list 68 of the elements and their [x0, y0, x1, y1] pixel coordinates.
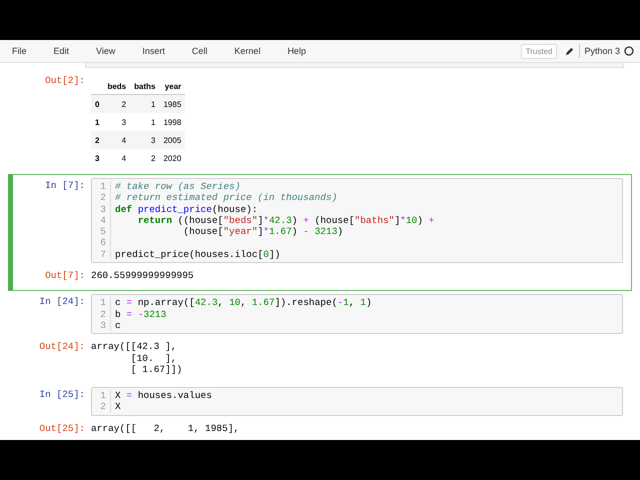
line-number: 2: [92, 308, 111, 320]
table-cell: 4: [103, 131, 130, 149]
output-text: array([[ 2, 1, 1985],: [91, 422, 240, 434]
input-prompt: In [7]:: [44, 179, 86, 191]
code-editor[interactable]: 1 X = houses.values 2 X: [91, 387, 623, 416]
line-number: 1: [92, 297, 111, 309]
input-prompt: In [24]:: [38, 295, 86, 308]
code-line: c: [115, 320, 121, 332]
code-cell[interactable]: In [25]: 1 X = houses.values 2 X Out[25]: array([[ 2, 1, 1985],: [8, 384, 632, 440]
row-index: 3: [91, 149, 104, 167]
code-line: c = np.array([42.3, 10, 1.67]).reshape(-1, 1): [115, 297, 372, 309]
code-line: return ((house["beds"]*42.3) + (house["baths"]*10) +: [136, 214, 434, 226]
code-cell[interactable]: [8, 174, 632, 292]
table-cell: 2: [130, 149, 160, 167]
table-cell: 1998: [159, 113, 186, 131]
row-index: 1: [91, 113, 104, 131]
line-number: 2: [92, 401, 111, 413]
menu-item[interactable]: Insert: [142, 46, 165, 56]
input-prompt: In [25]:: [38, 388, 86, 400]
line-number: 6: [92, 237, 111, 249]
output-text: [10. ],: [130, 352, 178, 364]
code-editor[interactable]: 1 c = np.array([42.3, 10, 1.67]).reshape(-1, 1) 2 b = -3213 3 c: [91, 294, 623, 334]
menu-item[interactable]: File: [12, 46, 27, 56]
table-cell: 3: [103, 113, 130, 131]
code-line: X: [115, 401, 121, 413]
menu-item[interactable]: Help: [287, 46, 306, 56]
output-prompt: Out[7]:: [44, 269, 86, 282]
menu-item[interactable]: Cell: [192, 46, 208, 56]
table-cell: 2: [103, 94, 130, 113]
code-line: def predict_price(house):: [115, 204, 258, 215]
menu-item[interactable]: View: [96, 46, 116, 56]
table-cell: 4: [103, 149, 130, 167]
table-cell: 2020: [159, 149, 186, 167]
code-line: predict_price(houses.iloc[0]): [115, 248, 280, 260]
code-line: # take row (as Series): [115, 181, 240, 192]
output-prompt: Out[24]:: [38, 340, 86, 352]
code-editor[interactable]: [91, 178, 623, 264]
table-cell: 3: [130, 131, 160, 149]
code-line: # return estimated price (in thousands): [115, 192, 338, 204]
code-line: X = houses.values: [115, 390, 212, 402]
trusted-button[interactable]: Trusted: [520, 44, 558, 58]
line-number: 1: [92, 181, 111, 192]
code-cell[interactable]: In [24]: 1 c = np.array([42.3, 10, 1.67]).reshape(-1, 1) 2 b = -3213 3 c Out[24]: array([[42.3 ], [10. ], [ 1.67]]): [8, 291, 632, 384]
pencil-icon[interactable]: [565, 46, 574, 56]
row-index: 0: [91, 94, 104, 113]
line-number: 3: [92, 320, 111, 332]
output-text: 260.55999999999995: [91, 270, 194, 282]
table-cell: 1985: [159, 94, 186, 113]
table-cell: 1: [130, 113, 160, 131]
table-cell: 2005: [159, 131, 186, 149]
row-index: 2: [91, 131, 104, 149]
output-prompt: Out[25]:: [38, 422, 86, 434]
output-prompt: Out[2]:: [44, 74, 86, 86]
line-number: 5: [92, 226, 111, 238]
line-number: 1: [92, 390, 111, 402]
output-text: array([[42.3 ],: [91, 341, 178, 353]
kernel-name[interactable]: Python 3: [584, 46, 620, 56]
table-cell: 1: [130, 94, 160, 113]
kernel-idle-icon: [624, 46, 634, 56]
output-text: [ 1.67]]): [130, 364, 182, 376]
menu-item[interactable]: Kernel: [234, 46, 260, 56]
line-number: 3: [92, 204, 111, 215]
line-number: 7: [92, 248, 111, 260]
code-line: (house["year"]*1.67) - 3213): [182, 226, 344, 238]
line-number: 2: [92, 192, 111, 204]
menu-item[interactable]: Edit: [54, 46, 70, 56]
code-line: b = -3213: [115, 308, 166, 320]
line-number: 4: [92, 214, 111, 226]
